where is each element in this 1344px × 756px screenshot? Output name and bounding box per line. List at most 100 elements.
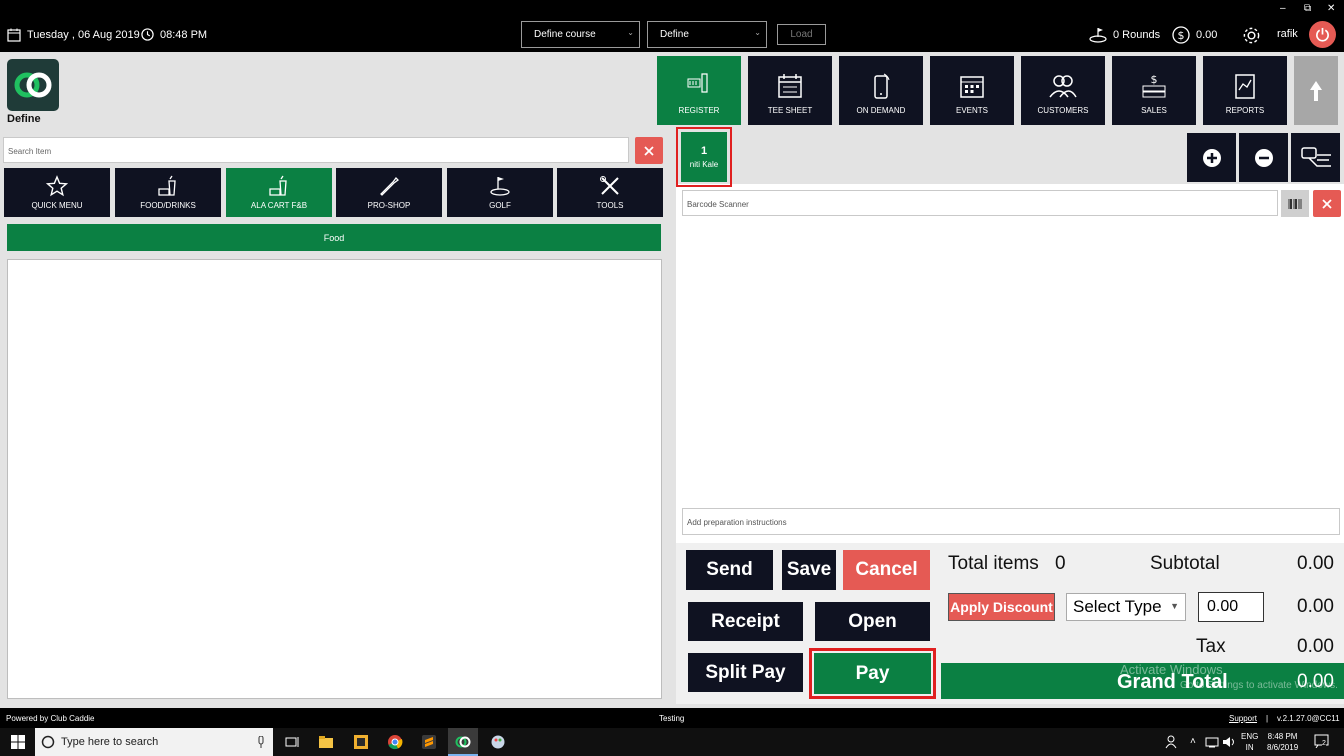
course-select[interactable]: Define course ⌄ xyxy=(521,21,640,48)
load-button[interactable]: Load xyxy=(777,24,826,45)
taskbar-search-placeholder: Type here to search xyxy=(61,736,159,748)
support-link[interactable]: Support xyxy=(1229,714,1257,723)
category-food-drinks[interactable]: FOOD/DRINKS xyxy=(115,168,221,217)
paint-app-icon[interactable] xyxy=(490,734,506,750)
category-label: PRO-SHOP xyxy=(367,201,411,210)
arrow-up-icon xyxy=(1310,80,1322,101)
brand-label: Define xyxy=(7,113,41,125)
star-icon xyxy=(46,175,68,197)
category-label: QUICK MENU xyxy=(31,201,83,210)
add-ticket-button[interactable] xyxy=(1187,133,1236,182)
nav-label: CUSTOMERS xyxy=(1037,106,1089,115)
nav-sales[interactable]: $ SALES xyxy=(1112,56,1196,125)
close-icon[interactable]: ✕ xyxy=(1327,3,1335,14)
category-golf[interactable]: GOLF xyxy=(447,168,553,217)
user-name[interactable]: rafik xyxy=(1277,28,1298,40)
status-bar: Powered by Club Caddie Testing Support |… xyxy=(0,708,1344,728)
club-caddie-taskbar-button[interactable] xyxy=(448,728,478,756)
scroll-up-button[interactable] xyxy=(1294,56,1338,125)
nav-register[interactable]: REGISTER xyxy=(657,56,741,125)
balance-text: 0.00 xyxy=(1196,29,1218,41)
course-select-value: Define course xyxy=(534,29,596,40)
plus-circle-icon xyxy=(1202,148,1221,167)
sublime-icon[interactable] xyxy=(421,734,437,750)
nav-label: EVENTS xyxy=(955,106,988,115)
open-button[interactable]: Open xyxy=(815,602,930,641)
item-grid xyxy=(7,259,662,699)
nav-label: REPORTS xyxy=(1225,106,1265,115)
category-ala-cart[interactable]: ALA CART F&B xyxy=(226,168,332,217)
nav-reports[interactable]: REPORTS xyxy=(1203,56,1287,125)
power-button[interactable] xyxy=(1309,21,1336,48)
category-pro-shop[interactable]: PRO-SHOP xyxy=(336,168,442,217)
minimize-icon[interactable]: – xyxy=(1280,3,1286,14)
task-view-icon[interactable] xyxy=(284,734,300,750)
remove-ticket-button[interactable] xyxy=(1239,133,1288,182)
subtotal-value: 0.00 xyxy=(1297,553,1334,574)
clock[interactable]: 8:48 PM 8/6/2019 xyxy=(1267,731,1298,753)
clear-barcode-button[interactable] xyxy=(1313,190,1341,217)
prep-instructions-input[interactable]: Add preparation instructions xyxy=(682,508,1340,535)
apply-discount-button[interactable]: Apply Discount xyxy=(948,593,1055,621)
barcode-button[interactable] xyxy=(1281,190,1309,217)
define-select[interactable]: Define ⌄ xyxy=(647,21,767,48)
people-icon[interactable] xyxy=(1163,734,1179,750)
chevron-down-icon: ⌄ xyxy=(627,28,634,37)
tray-chevron-icon[interactable]: ˄ xyxy=(1190,736,1196,747)
split-pay-button[interactable]: Split Pay xyxy=(688,653,803,692)
dollar-icon: $ xyxy=(1172,26,1190,44)
discount-type-select[interactable]: Select Type ▼ xyxy=(1066,593,1186,621)
cancel-button[interactable]: Cancel xyxy=(843,550,930,590)
hand-transfer-button[interactable] xyxy=(1291,133,1340,182)
settings-button[interactable] xyxy=(1242,26,1261,45)
save-button[interactable]: Save xyxy=(782,550,836,590)
grand-total-label: Grand Total xyxy=(1117,671,1228,693)
barcode-scanner-input[interactable]: Barcode Scanner xyxy=(682,190,1278,216)
gear-icon xyxy=(1243,27,1260,44)
calendar-icon xyxy=(778,74,802,98)
close-icon xyxy=(644,145,654,156)
golf-club-icon xyxy=(380,177,399,196)
nav-on-demand[interactable]: ON DEMAND xyxy=(839,56,923,125)
grand-total-value: 0.00 xyxy=(1297,671,1334,692)
send-button[interactable]: Send xyxy=(686,550,773,590)
file-explorer-icon[interactable] xyxy=(318,734,334,750)
notification-count: 2 xyxy=(1322,740,1326,747)
app-icon[interactable] xyxy=(353,734,369,750)
ticket-tab[interactable]: 1 niti Kale xyxy=(676,127,732,187)
notification-center-button[interactable]: 2 xyxy=(1314,734,1330,749)
users-icon xyxy=(1049,75,1077,98)
category-tools[interactable]: TOOLS xyxy=(557,168,663,217)
category-quick-menu[interactable]: QUICK MENU xyxy=(4,168,110,217)
chrome-icon[interactable] xyxy=(387,734,403,750)
nav-tee-sheet[interactable]: TEE SHEET xyxy=(748,56,832,125)
food-drink-icon xyxy=(158,175,176,196)
search-item-input[interactable]: Search Item xyxy=(3,137,629,163)
time-display: 08:48 PM xyxy=(141,28,207,41)
version-divider: | xyxy=(1266,714,1269,723)
total-items-value: 0 xyxy=(1055,553,1066,574)
chevron-down-icon: ⌄ xyxy=(754,28,761,37)
date-text: Tuesday , 06 Aug 2019 xyxy=(27,29,140,41)
clear-search-button[interactable] xyxy=(635,137,663,164)
language-indicator[interactable]: ENG IN xyxy=(1241,731,1258,753)
network-icon[interactable] xyxy=(1204,734,1220,750)
close-icon xyxy=(1322,198,1332,209)
restore-icon[interactable]: ⧉ xyxy=(1304,3,1311,14)
windows-start-icon[interactable] xyxy=(10,734,26,750)
receipt-button[interactable]: Receipt xyxy=(688,602,803,641)
subcategory-food-button[interactable]: Food xyxy=(7,224,661,251)
pay-button[interactable]: Pay xyxy=(814,653,931,694)
svg-text:$: $ xyxy=(1178,29,1185,42)
tax-value: 0.00 xyxy=(1297,636,1334,657)
volume-icon[interactable] xyxy=(1221,734,1237,750)
barcode-icon xyxy=(1288,198,1302,209)
taskbar-search-input[interactable]: Type here to search xyxy=(35,728,273,756)
nav-label: REGISTER xyxy=(678,106,720,115)
events-calendar-icon xyxy=(960,76,984,98)
golf-icon xyxy=(490,177,510,196)
discount-amount-input[interactable]: 0.00 xyxy=(1198,592,1264,622)
nav-events[interactable]: EVENTS xyxy=(930,56,1014,125)
nav-customers[interactable]: CUSTOMERS xyxy=(1021,56,1105,125)
category-label: ALA CART F&B xyxy=(250,201,308,210)
